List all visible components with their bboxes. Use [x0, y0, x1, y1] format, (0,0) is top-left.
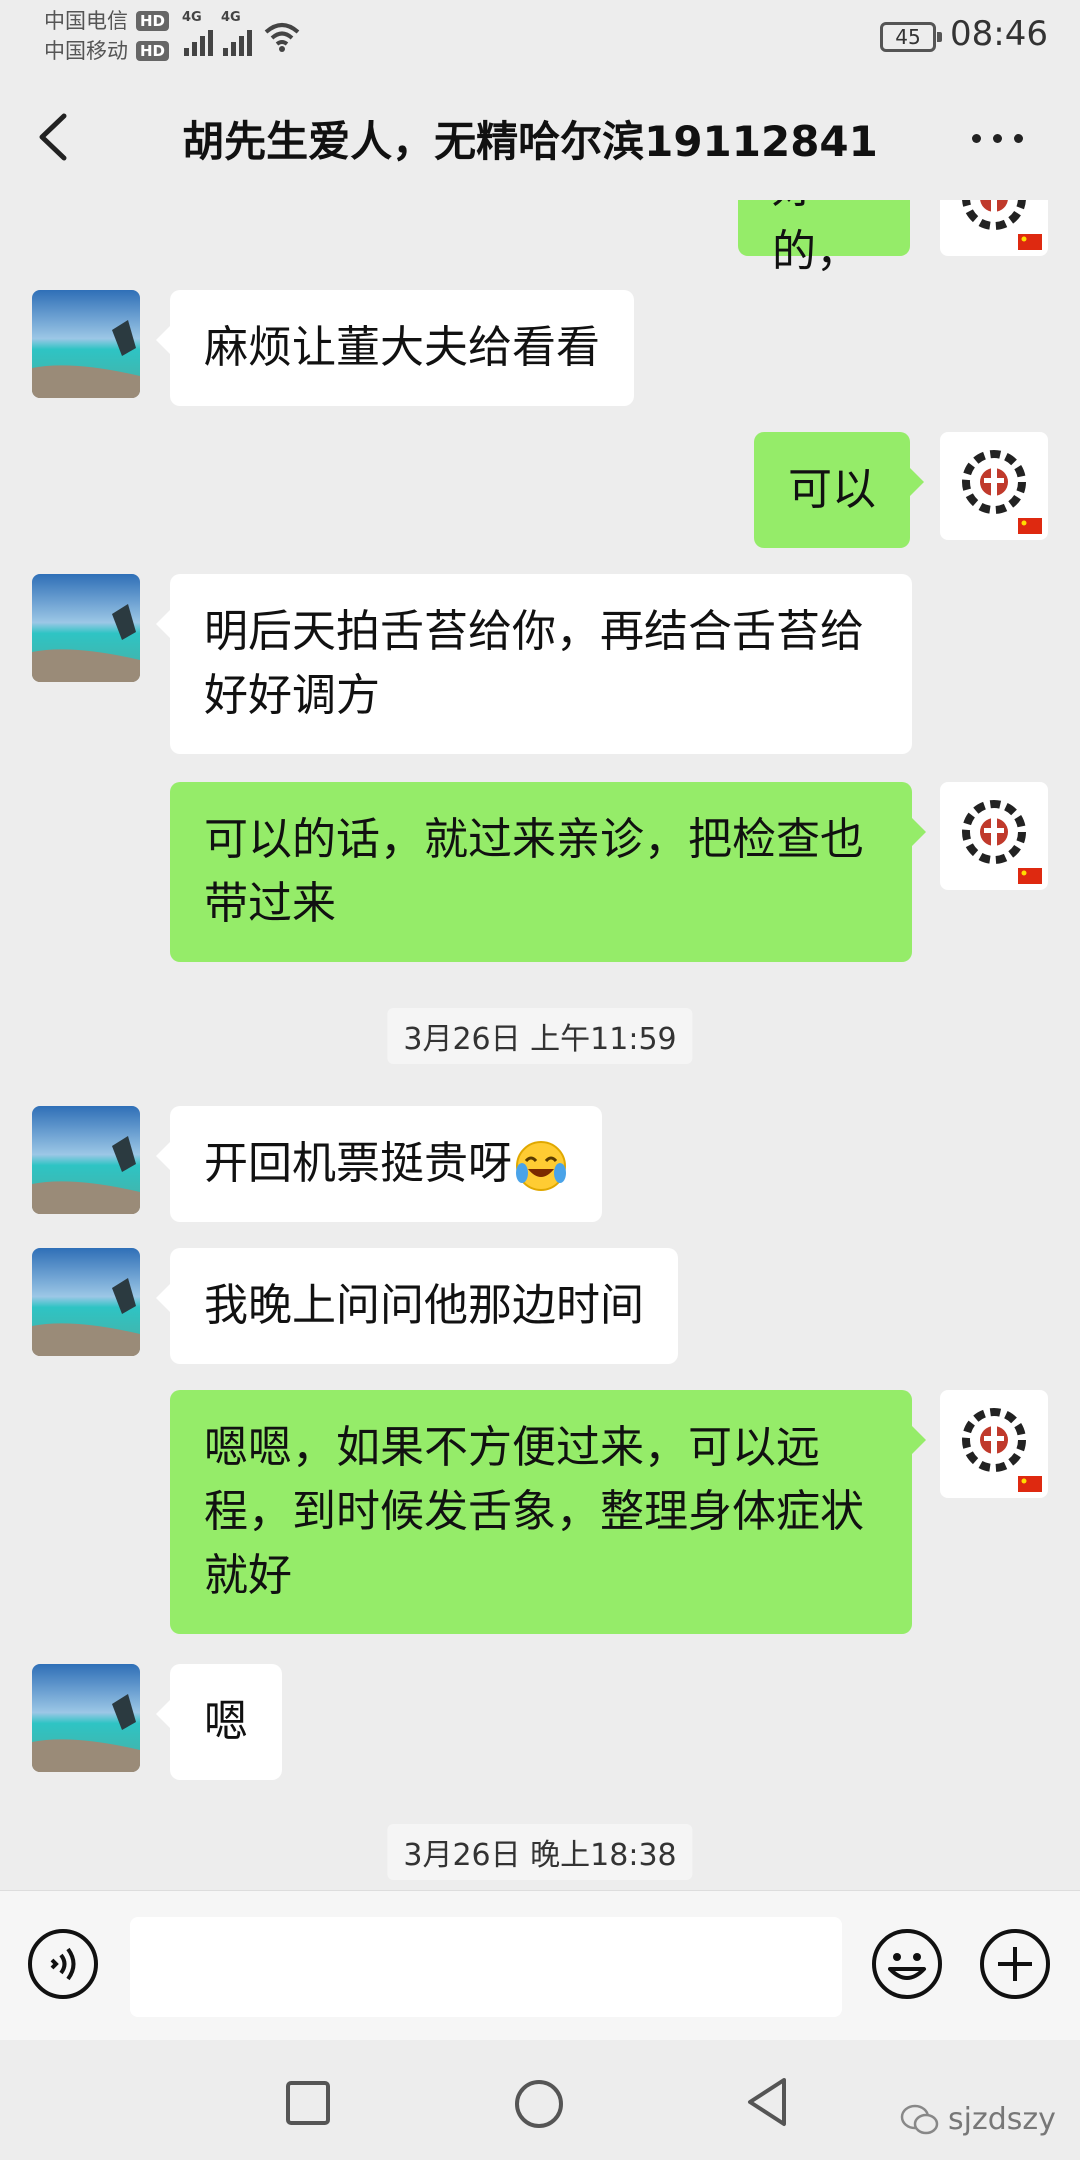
smiley-icon[interactable] [870, 1927, 944, 2001]
message-bubble-sent[interactable]: 可以的话，就过来亲诊，把检查也带过来 [170, 782, 926, 962]
chat-title: 胡先生爱人，无精哈尔滨19112841 [182, 117, 878, 166]
chat-message-list[interactable]: 好的， 麻烦让董大夫给看看 可以 明后天拍舌苔给你，再结合舌苔给好好调方 可以的… [0, 200, 1080, 1890]
signal-2-icon: 4G [221, 10, 252, 56]
timestamp: 3月26日 晚上18:38 [387, 1824, 693, 1880]
system-nav-bar: sjzdszy [0, 2040, 1080, 2160]
timestamp: 3月26日 上午11:59 [387, 1008, 693, 1064]
message-bubble-received[interactable]: 麻烦让董大夫给看看 [156, 290, 634, 406]
contact-avatar[interactable] [32, 1248, 140, 1356]
plus-icon[interactable] [978, 1927, 1052, 2001]
clock: 08:46 [950, 14, 1048, 54]
carrier-info: 中国电信 HD 中国移动 HD [44, 6, 170, 66]
back-arrow-icon[interactable] [34, 112, 74, 162]
recents-square-icon[interactable] [285, 2080, 331, 2126]
hd-badge-1: HD [136, 11, 170, 31]
signal-indicators: 4G 4G [182, 10, 302, 56]
contact-avatar[interactable] [32, 574, 140, 682]
crying-laughing-emoji-icon [516, 1141, 566, 1191]
contact-avatar[interactable] [32, 290, 140, 398]
home-circle-icon[interactable] [513, 2078, 565, 2130]
input-bar [0, 1890, 1080, 2041]
status-bar: 中国电信 HD 中国移动 HD 4G 4G 45 08:46 [0, 0, 1080, 72]
my-avatar[interactable] [940, 1390, 1048, 1498]
battery-indicator: 45 [880, 22, 942, 52]
my-avatar[interactable] [940, 200, 1048, 256]
contact-avatar[interactable] [32, 1664, 140, 1772]
wechat-logo-icon [900, 2104, 939, 2134]
watermark-text: sjzdszy [948, 2102, 1056, 2137]
message-bubble-received[interactable]: 我晚上问问他那边时间 [156, 1248, 678, 1364]
my-avatar[interactable] [940, 432, 1048, 540]
voice-icon[interactable] [26, 1927, 100, 2001]
signal-1-icon: 4G [182, 10, 213, 56]
chat-header: 胡先生爱人，无精哈尔滨19112841 [0, 72, 1080, 200]
message-bubble-received[interactable]: 开回机票挺贵呀 [156, 1106, 602, 1222]
message-bubble-received[interactable]: 嗯 [156, 1664, 282, 1780]
message-bubble-received[interactable]: 明后天拍舌苔给你，再结合舌苔给好好调方 [156, 574, 912, 754]
my-avatar[interactable] [940, 782, 1048, 890]
carrier-2: 中国移动 [44, 39, 128, 63]
back-triangle-icon[interactable] [744, 2076, 790, 2128]
wifi-icon [264, 23, 300, 52]
message-bubble-sent[interactable]: 好的， [738, 200, 910, 277]
contact-avatar[interactable] [32, 1106, 140, 1214]
message-bubble-sent[interactable]: 可以 [754, 432, 924, 548]
hd-badge-2: HD [136, 41, 170, 61]
more-options-icon[interactable] [972, 134, 1032, 154]
message-bubble-sent[interactable]: 嗯嗯，如果不方便过来，可以远程，到时候发舌象，整理身体症状就好 [170, 1390, 926, 1634]
message-input[interactable] [130, 1917, 842, 2017]
carrier-1: 中国电信 [44, 9, 128, 33]
watermark: sjzdszy [900, 2102, 1056, 2137]
